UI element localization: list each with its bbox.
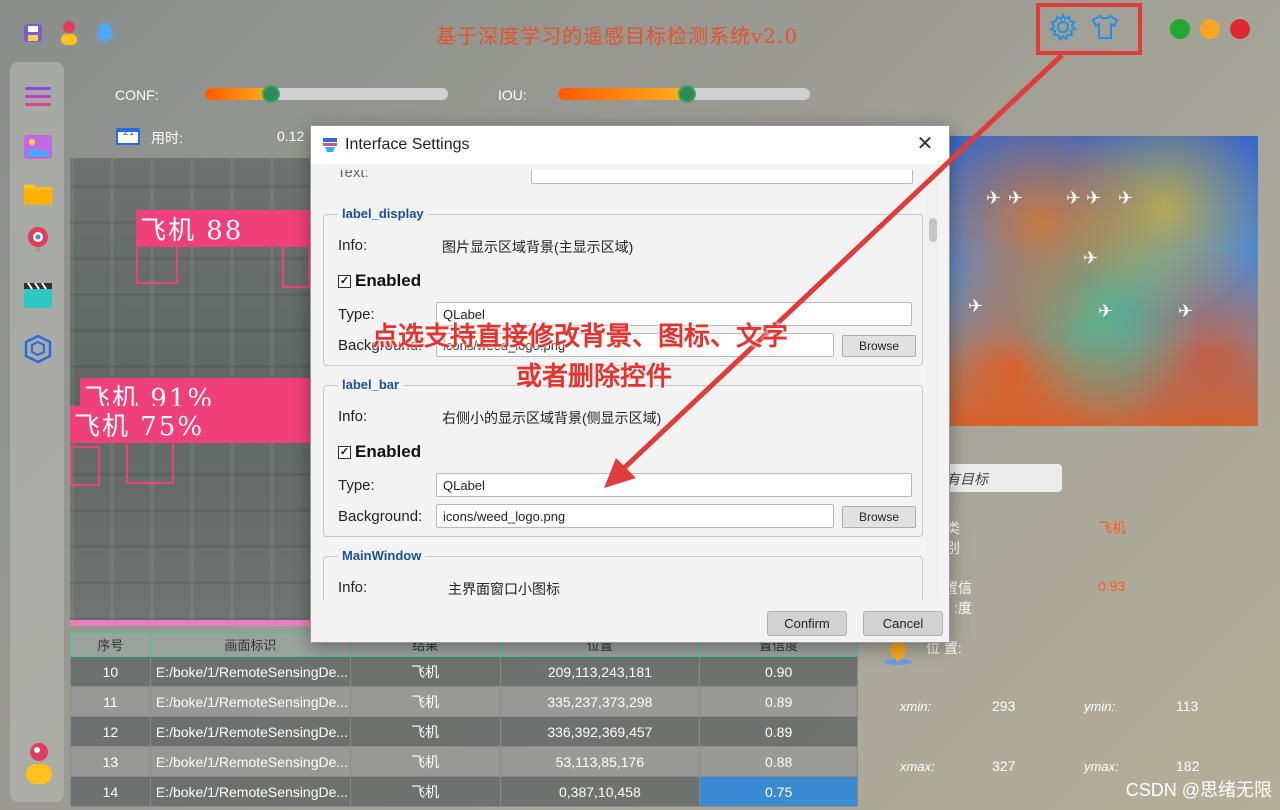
annotation-arrow xyxy=(604,53,1064,488)
watermark: CSDN @思绪无限 xyxy=(1125,780,1272,800)
annotation-text-line1: 点选支持直接修改背景、图标、文字 xyxy=(372,322,789,352)
annotation-text-line2: 或者删除控件 xyxy=(516,362,673,392)
